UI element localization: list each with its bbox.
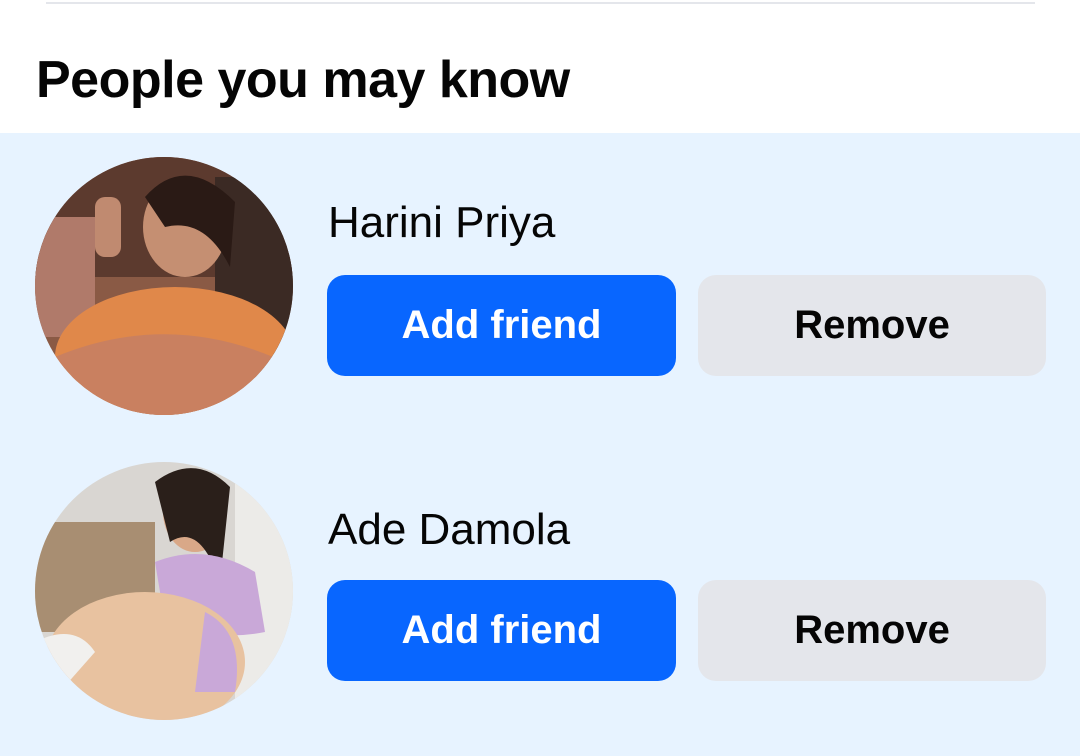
suggestion-name[interactable]: Harini Priya (328, 195, 555, 251)
suggestion-card: Harini Priya Add friend Remove (0, 155, 1080, 415)
remove-button[interactable]: Remove (698, 580, 1046, 681)
people-you-may-know-list: Harini Priya Add friend Remove Ade Damol… (0, 133, 1080, 756)
avatar[interactable] (35, 157, 293, 415)
avatar-photo (35, 157, 293, 415)
avatar[interactable] (35, 462, 293, 720)
top-divider (46, 2, 1035, 4)
add-friend-button[interactable]: Add friend (327, 275, 676, 376)
suggestion-name[interactable]: Ade Damola (328, 502, 570, 558)
avatar-photo (35, 462, 293, 720)
section-title: People you may know (36, 51, 570, 109)
remove-button[interactable]: Remove (698, 275, 1046, 376)
suggestion-card: Ade Damola Add friend Remove (0, 460, 1080, 720)
add-friend-button[interactable]: Add friend (327, 580, 676, 681)
